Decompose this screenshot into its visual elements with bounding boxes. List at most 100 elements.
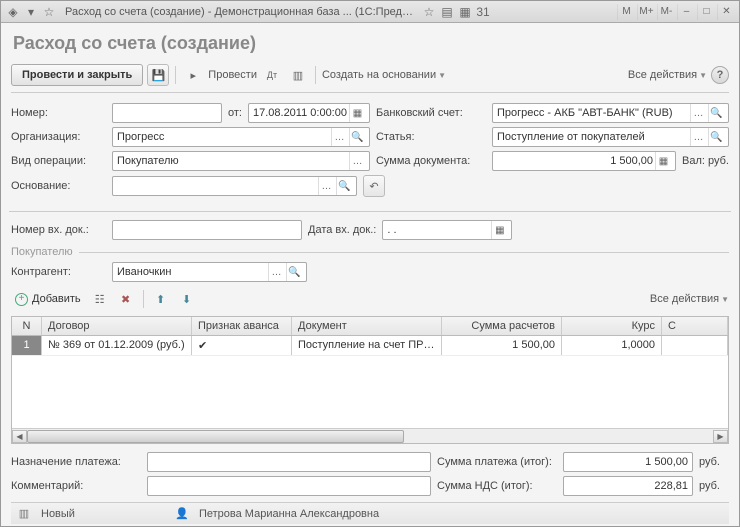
article-input[interactable]: Поступление от покупателей … 🔍 (492, 127, 729, 147)
scroll-thumb[interactable] (27, 430, 404, 443)
minimize-button[interactable]: – (677, 4, 695, 20)
select-icon[interactable]: … (690, 128, 706, 146)
table-header: N Договор Признак аванса Документ Сумма … (12, 317, 728, 336)
select-icon[interactable]: … (349, 152, 365, 170)
number-label: Номер: (11, 107, 106, 119)
undo-icon[interactable]: ↶ (363, 175, 385, 197)
table-all-actions-button[interactable]: Все действия ▼ (650, 293, 729, 305)
purpose-label: Назначение платежа: (11, 456, 141, 468)
page-title: Расход со счета (создание) (11, 29, 729, 60)
mem-mminus-button[interactable]: M- (657, 4, 675, 20)
org-input[interactable]: Прогресс … 🔍 (112, 127, 370, 147)
print-icon[interactable]: ▥ (287, 64, 309, 86)
post-icon[interactable]: ▸ (182, 64, 204, 86)
bank-account-label: Банковский счет: (376, 107, 486, 119)
sum-payment-input[interactable]: 1 500,00 (563, 452, 693, 472)
counterparty-row: Контрагент: Иваночкин … 🔍 (11, 262, 729, 282)
select-icon[interactable]: … (690, 104, 706, 122)
purpose-input[interactable] (147, 452, 431, 472)
scroll-track[interactable] (27, 430, 713, 443)
favorite-icon[interactable]: ☆ (421, 4, 437, 20)
basis-input[interactable]: … 🔍 (112, 176, 357, 196)
status-bar: ▥ Новый 👤 Петрова Марианна Александровна (11, 502, 729, 524)
col-sum[interactable]: Сумма расчетов (442, 317, 562, 335)
post-button[interactable]: Провести (208, 69, 257, 81)
add-label: Добавить (32, 293, 81, 305)
bank-account-input[interactable]: Прогресс - АКБ "АВТ-БАНК" (RUB) … 🔍 (492, 103, 729, 123)
move-down-icon[interactable]: ⬇ (176, 288, 198, 310)
comment-label: Комментарий: (11, 480, 141, 492)
delete-row-icon[interactable]: ✖ (115, 288, 137, 310)
save-icon[interactable]: 💾 (147, 64, 169, 86)
chevron-down-icon: ▼ (699, 71, 707, 80)
in-date-label: Дата вх. док.: (308, 224, 376, 236)
doc-status: Новый (41, 508, 75, 520)
vat-input[interactable]: 228,81 (563, 476, 693, 496)
copy-row-icon[interactable]: ☷ (89, 288, 111, 310)
dtkt-icon[interactable]: Дт (261, 64, 283, 86)
close-button[interactable]: ✕ (717, 4, 735, 20)
dropdown-icon[interactable]: ▾ (23, 4, 39, 20)
counterparty-input[interactable]: Иваночкин … 🔍 (112, 262, 307, 282)
star-icon[interactable]: ☆ (41, 4, 57, 20)
plus-icon: + (15, 293, 28, 306)
app-window: ◈ ▾ ☆ Расход со счета (создание) - Демон… (0, 0, 740, 527)
cell-kurs: 1,0000 (562, 336, 662, 355)
number-input[interactable] (112, 103, 222, 123)
in-date-input[interactable]: . . ▦ (382, 220, 512, 240)
col-doc[interactable]: Документ (292, 317, 442, 335)
col-dogovor[interactable]: Договор (42, 317, 192, 335)
calc-icon[interactable]: ▦ (457, 4, 473, 20)
all-actions-label: Все действия (628, 69, 697, 81)
calendar-icon[interactable]: ▦ (491, 221, 507, 239)
search-icon[interactable]: 🔍 (286, 263, 302, 281)
doc-sum-input[interactable]: 1 500,00 ▦ (492, 151, 676, 171)
counterparty-label: Контрагент: (11, 266, 106, 278)
table-body: 1 № 369 от 01.12.2009 (руб.) ✔ Поступлен… (12, 336, 728, 428)
from-label: от: (228, 107, 242, 119)
in-num-input[interactable] (112, 220, 302, 240)
h-scrollbar[interactable]: ◀ ▶ (12, 428, 728, 443)
col-kurs[interactable]: Курс (562, 317, 662, 335)
operation-type-input[interactable]: Покупателю … (112, 151, 370, 171)
col-avans[interactable]: Признак аванса (192, 317, 292, 335)
doc-status-icon: ▥ (17, 507, 31, 521)
date-input[interactable]: 17.08.2011 0:00:00 ▦ (248, 103, 370, 123)
calc-icon[interactable]: ▦ (655, 152, 671, 170)
col-rest[interactable]: С (662, 317, 728, 335)
user-name: Петрова Марианна Александровна (199, 508, 379, 520)
move-up-icon[interactable]: ⬆ (150, 288, 172, 310)
cell-doc: Поступление на счет ПР-... (292, 336, 442, 355)
user-icon: 👤 (175, 507, 189, 521)
create-based-on-button[interactable]: Создать на основании ▼ (322, 69, 446, 81)
search-icon[interactable]: 🔍 (349, 128, 365, 146)
select-icon[interactable]: … (331, 128, 347, 146)
doc-icon[interactable]: ▤ (439, 4, 455, 20)
article-label: Статья: (376, 131, 486, 143)
select-icon[interactable]: … (318, 177, 334, 195)
table-row[interactable]: 1 № 369 от 01.12.2009 (руб.) ✔ Поступлен… (12, 336, 728, 356)
select-icon[interactable]: … (268, 263, 284, 281)
payments-table: N Договор Признак аванса Документ Сумма … (11, 316, 729, 444)
mem-m-button[interactable]: M (617, 4, 635, 20)
search-icon[interactable]: 🔍 (336, 177, 352, 195)
search-icon[interactable]: 🔍 (708, 128, 724, 146)
maximize-button[interactable]: □ (697, 4, 715, 20)
all-actions-button[interactable]: Все действия ▼ (628, 69, 707, 81)
comment-input[interactable] (147, 476, 431, 496)
calendar-icon[interactable]: 31 (475, 4, 491, 20)
cell-dogovor: № 369 от 01.12.2009 (руб.) (42, 336, 192, 355)
calendar-icon[interactable]: ▦ (349, 104, 365, 122)
scroll-right-icon[interactable]: ▶ (713, 430, 728, 443)
search-icon[interactable]: 🔍 (708, 104, 724, 122)
scroll-left-icon[interactable]: ◀ (12, 430, 27, 443)
help-button[interactable]: ? (711, 66, 729, 84)
in-num-label: Номер вх. док.: (11, 224, 106, 236)
currency-1: руб. (699, 456, 729, 468)
doc-sum-label: Сумма документа: (376, 155, 486, 167)
add-row-button[interactable]: + Добавить (11, 289, 85, 309)
mem-mplus-button[interactable]: M+ (637, 4, 655, 20)
currency-2: руб. (699, 480, 729, 492)
post-and-close-button[interactable]: Провести и закрыть (11, 64, 143, 86)
col-n[interactable]: N (12, 317, 42, 335)
